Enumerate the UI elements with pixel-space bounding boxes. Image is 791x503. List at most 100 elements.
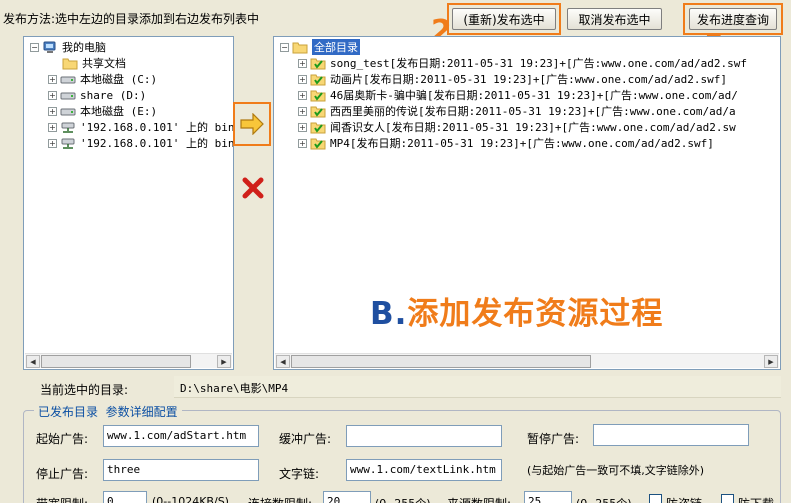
expand-icon[interactable]: +: [48, 122, 57, 132]
tab-param-config[interactable]: 参数详细配置: [106, 405, 178, 419]
publish-item-label: 闻香识女人[发布日期:2011-05-31 19:23]+[广告:www.one…: [330, 121, 736, 134]
buffer-ad-label: 缓冲广告:: [279, 432, 332, 446]
add-to-publish-button[interactable]: [233, 102, 271, 146]
expand-icon[interactable]: +: [48, 90, 57, 100]
expand-icon[interactable]: +: [48, 106, 57, 116]
anti-download-checkbox[interactable]: [721, 494, 734, 503]
stop-ad-input[interactable]: three: [103, 459, 259, 481]
conn-limit-unit: (0--255个): [375, 495, 431, 503]
network-drive-icon: [61, 138, 75, 149]
scroll-left-icon[interactable]: ◀: [26, 355, 40, 368]
textlink-input[interactable]: www.1.com/textLink.htm: [346, 459, 502, 481]
source-limit-input[interactable]: 25: [524, 491, 572, 503]
publish-item-label: 46届奥斯卡-骗中骗[发布日期:2011-05-31 19:23]+[广告:ww…: [330, 89, 738, 102]
scroll-right-icon[interactable]: ▶: [217, 355, 231, 368]
checked-folder-icon: [310, 122, 326, 133]
publish-list-item[interactable]: + 动画片[发布日期:2011-05-31 19:23]+[广告:www.one.…: [298, 71, 727, 87]
bandwidth-unit: (0--1024KB/S): [152, 495, 229, 503]
publish-list-item[interactable]: +46届奥斯卡-骗中骗[发布日期:2011-05-31 19:23]+[广告:w…: [298, 87, 738, 103]
start-ad-input[interactable]: www.1.com/adStart.htm: [103, 425, 259, 447]
bandwidth-input[interactable]: 0: [103, 491, 147, 503]
config-legend: 已发布目录 参数详细配置: [34, 403, 182, 420]
scroll-left-icon[interactable]: ◀: [276, 355, 290, 368]
overlay-caption-text: 添加发布资源过程: [407, 296, 664, 332]
pause-ad-label: 暂停广告:: [527, 432, 580, 446]
remove-from-publish-button[interactable]: [241, 176, 265, 200]
scroll-right-icon[interactable]: ▶: [764, 355, 778, 368]
source-limit-label: 来源数限制:: [447, 495, 511, 503]
conn-limit-label: 连接数限制:: [248, 495, 312, 503]
tree-item-label: share (D:): [80, 88, 147, 102]
scroll-thumb[interactable]: [41, 355, 191, 368]
instruction-text: 发布方法:选中左边的目录添加到右边发布列表中: [3, 12, 260, 26]
start-ad-label: 起始广告:: [36, 432, 89, 446]
checked-folder-icon: [310, 74, 326, 85]
tree-item-drive-c[interactable]: + 本地磁盘 (C:): [48, 71, 157, 87]
publish-item-label: 西西里美丽的传说[发布日期:2011-05-31 19:23]+[广告:www.…: [330, 105, 736, 118]
publish-item-label: song_test[发布日期:2011-05-31 19:23]+[广告:www…: [330, 57, 747, 70]
local-directory-tree[interactable]: − 我的电脑 共享文档 + 本地磁盘 (C:) + share (D:) + 本…: [23, 36, 234, 370]
right-horizontal-scrollbar[interactable]: ◀ ▶: [275, 353, 779, 368]
tree-root-label: 全部目录: [312, 39, 360, 55]
anti-leech-checkbox[interactable]: [649, 494, 662, 503]
checked-folder-icon: [310, 106, 326, 117]
tree-item-network-drive-2[interactable]: + '192.168.0.101' 上的 bin_: [48, 135, 234, 151]
ad-note: (与起始广告一致可不填,文字链除外): [527, 464, 705, 477]
publish-list-item[interactable]: + 西西里美丽的传说[发布日期:2011-05-31 19:23]+[广告:www…: [298, 103, 736, 119]
tree-item-drive-e[interactable]: + 本地磁盘 (E:): [48, 103, 157, 119]
republish-highlight: [447, 3, 561, 35]
tree-item-shared-docs[interactable]: 共享文档: [62, 55, 126, 71]
drive-icon: [60, 108, 76, 115]
buffer-ad-input[interactable]: [346, 425, 502, 447]
tree-item-label: '192.168.0.101' 上的 bin_: [80, 137, 234, 150]
tree-root-all-dirs[interactable]: − 全部目录: [280, 39, 360, 55]
expand-icon[interactable]: +: [298, 90, 307, 100]
conn-limit-input[interactable]: 20: [323, 491, 371, 503]
publish-item-label: 动画片[发布日期:2011-05-31 19:23]+[广告:www.one.c…: [330, 73, 728, 86]
folder-icon: [62, 58, 78, 69]
scroll-thumb[interactable]: [291, 355, 591, 368]
publish-list-item[interactable]: + 闻香识女人[发布日期:2011-05-31 19:23]+[广告:www.on…: [298, 119, 736, 135]
tree-item-drive-d[interactable]: + share (D:): [48, 87, 146, 103]
drive-icon: [60, 76, 76, 83]
tree-root-my-computer[interactable]: − 我的电脑: [30, 39, 106, 55]
expand-icon[interactable]: +: [298, 138, 307, 148]
left-horizontal-scrollbar[interactable]: ◀ ▶: [25, 353, 232, 368]
source-limit-unit: (0--255个): [576, 495, 632, 503]
tree-root-label: 我的电脑: [62, 41, 106, 54]
right-arrow-icon: [240, 113, 264, 135]
cancel-publish-button[interactable]: 取消发布选中: [567, 8, 662, 30]
anti-download-label: 防下载: [738, 495, 774, 503]
overlay-caption-prefix: B.: [370, 296, 408, 332]
expand-icon[interactable]: +: [298, 74, 307, 84]
red-x-icon: [242, 177, 264, 199]
tab-published-dirs[interactable]: 已发布目录: [38, 405, 98, 419]
checked-folder-icon: [310, 58, 326, 69]
collapse-icon[interactable]: −: [30, 42, 39, 52]
anti-leech-label: 防盗链: [666, 495, 702, 503]
publish-list-item[interactable]: + song_test[发布日期:2011-05-31 19:23]+[广告:ww…: [298, 55, 747, 71]
expand-icon[interactable]: +: [298, 58, 307, 68]
tree-item-label: '192.168.0.101' 上的 bin_: [80, 121, 234, 134]
bandwidth-label: 带宽限制:: [36, 495, 88, 503]
folder-open-icon: [292, 42, 308, 53]
tree-item-label: 共享文档: [82, 57, 126, 70]
expand-icon[interactable]: +: [298, 122, 307, 132]
overlay-caption: B.添加发布资源过程: [370, 288, 663, 333]
current-dir-value: D:\share\电影\MP4: [174, 376, 781, 398]
computer-icon: [43, 41, 56, 53]
expand-icon[interactable]: +: [48, 138, 57, 148]
collapse-icon[interactable]: −: [280, 42, 289, 52]
publish-list-item[interactable]: + MP4[发布日期:2011-05-31 19:23]+[广告:www.one.…: [298, 135, 714, 151]
checked-folder-icon: [310, 138, 326, 149]
pause-ad-input[interactable]: [593, 424, 749, 446]
stop-ad-label: 停止广告:: [36, 467, 89, 481]
tree-item-network-drive-1[interactable]: + '192.168.0.101' 上的 bin_: [48, 119, 234, 135]
textlink-label: 文字链:: [279, 467, 320, 481]
tree-item-label: 本地磁盘 (C:): [80, 73, 158, 86]
network-drive-icon: [61, 122, 75, 133]
expand-icon[interactable]: +: [298, 106, 307, 116]
drive-icon: [60, 92, 76, 99]
progress-query-highlight: [683, 3, 783, 35]
expand-icon[interactable]: +: [48, 74, 57, 84]
